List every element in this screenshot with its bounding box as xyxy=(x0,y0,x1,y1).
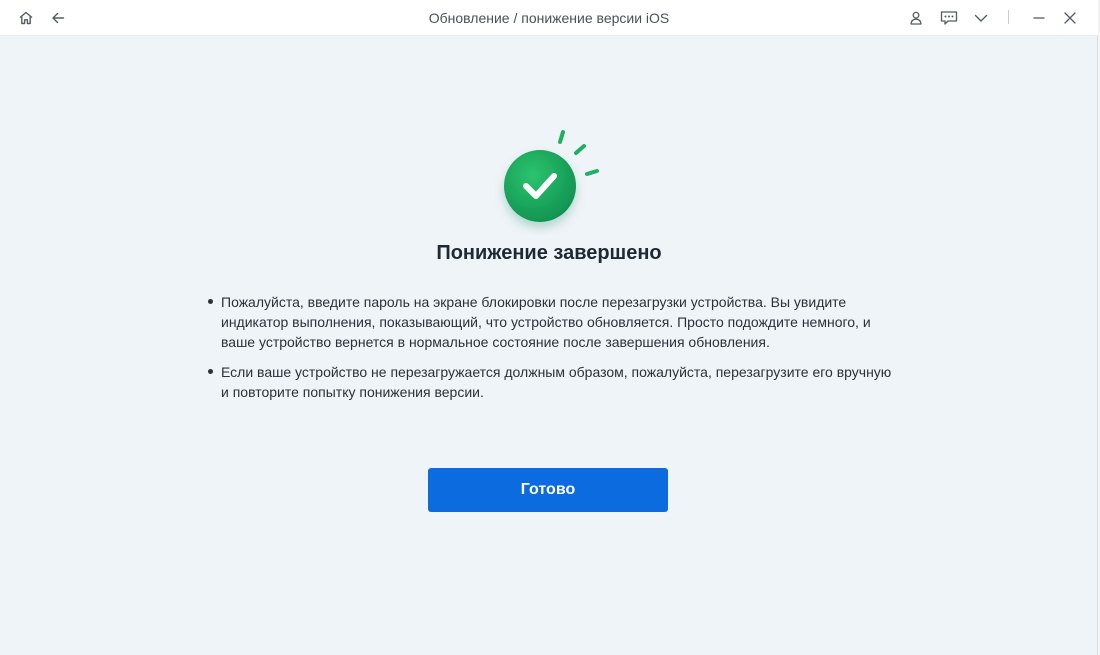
bullet-icon xyxy=(208,369,213,374)
page-title: Понижение завершено xyxy=(436,242,662,264)
app-window: Обновление / понижение версии iOS Пониже… xyxy=(0,0,1098,655)
bullet-icon xyxy=(208,299,213,304)
instructions-list: Пожалуйста, введите пароль на экране бло… xyxy=(207,292,897,412)
title-bar: Обновление / понижение версии iOS xyxy=(0,0,1098,36)
list-item: Если ваше устройство не перезагружается … xyxy=(207,362,897,402)
close-icon[interactable] xyxy=(1059,7,1081,29)
arrow-left-icon[interactable] xyxy=(47,7,69,29)
window-title: Обновление / понижение версии iOS xyxy=(428,10,670,26)
done-button[interactable]: Готово xyxy=(428,468,668,512)
list-item: Пожалуйста, введите пароль на экране бло… xyxy=(207,292,897,352)
home-icon[interactable] xyxy=(15,7,37,29)
instruction-text: Если ваше устройство не перезагружается … xyxy=(221,364,892,400)
check-circle-icon xyxy=(495,125,607,235)
title-bar-divider xyxy=(1008,10,1009,24)
instruction-text: Пожалуйста, введите пароль на экране бло… xyxy=(221,294,871,350)
chevron-down-icon[interactable] xyxy=(970,7,992,29)
chat-icon[interactable] xyxy=(938,7,960,29)
minimize-icon[interactable] xyxy=(1028,7,1050,29)
user-icon[interactable] xyxy=(905,7,927,29)
